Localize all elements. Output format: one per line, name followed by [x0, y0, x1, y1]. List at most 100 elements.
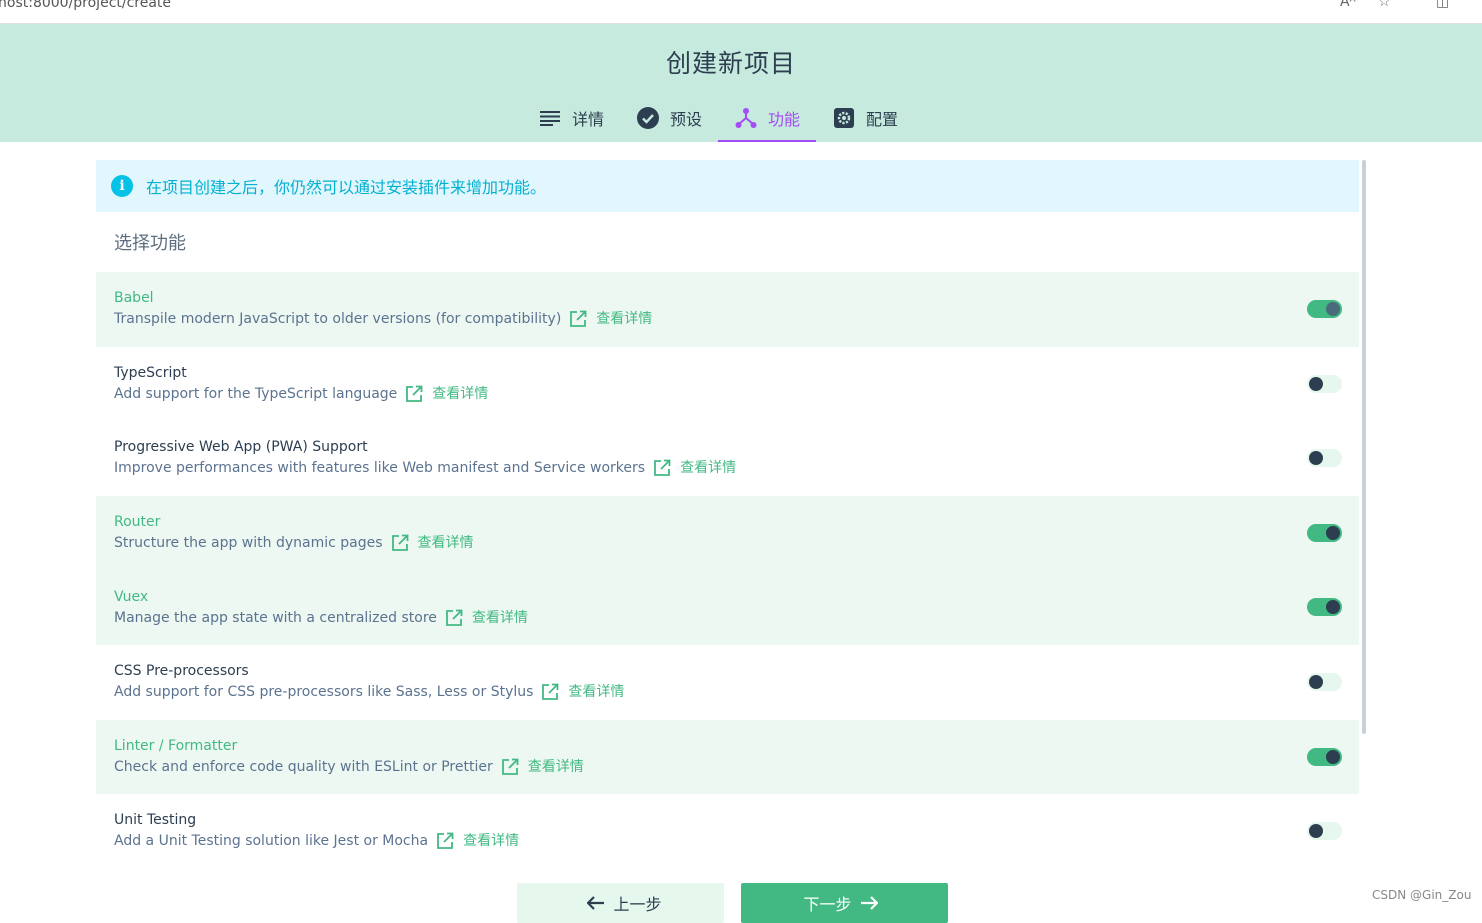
feature-name: Progressive Web App (PWA) Support	[114, 439, 368, 456]
feature-text: Router Structure the app with dynamic pag…	[114, 512, 474, 554]
toggle-knob	[1309, 674, 1323, 689]
feature-text: Unit Testing Add a Unit Testing solution …	[114, 810, 519, 852]
feature-name: CSS Pre-processors	[114, 663, 249, 680]
feature-toggle[interactable]	[1307, 374, 1342, 393]
feature-description: Improve performances with features like …	[114, 460, 646, 477]
tab-presets[interactable]: 预设	[620, 94, 718, 142]
feature-toggle[interactable]	[1307, 300, 1342, 318]
url-text[interactable]: host:8000/project/create	[0, 0, 171, 11]
more-info-link[interactable]: 查看详情	[418, 532, 474, 554]
external-link-icon[interactable]	[405, 385, 423, 403]
tab-label: 配置	[866, 110, 899, 129]
feature-row[interactable]: Babel Transpile modern JavaScript to olde…	[96, 272, 1359, 347]
toggle-knob	[1309, 376, 1323, 391]
more-info-link[interactable]: 查看详情	[596, 308, 652, 330]
prev-button[interactable]: 上一步	[517, 883, 724, 923]
page-title: 创建新项目	[665, 49, 796, 78]
feature-row[interactable]: Unit Testing Add a Unit Testing solution …	[96, 794, 1359, 869]
feature-description: Add a Unit Testing solution like Jest or…	[114, 833, 429, 850]
feature-toggle[interactable]	[1307, 672, 1342, 691]
tab-config[interactable]: 配置	[816, 94, 914, 142]
feature-text: CSS Pre-processors Add support for CSS pr…	[114, 661, 624, 703]
split-screen-icon[interactable]: ◫	[1436, 0, 1449, 10]
tab-details[interactable]: 详情	[522, 94, 620, 142]
toggle-knob	[1326, 302, 1340, 316]
feature-name: TypeScript	[114, 364, 187, 381]
tab-label: 预设	[670, 110, 703, 129]
external-link-icon[interactable]	[436, 832, 454, 850]
read-aloud-icon[interactable]: Aᴬ	[1340, 0, 1356, 10]
feature-name: Router	[114, 514, 161, 531]
feature-description: Add support for CSS pre-processors like …	[114, 684, 534, 701]
feature-row[interactable]: Router Structure the app with dynamic pag…	[96, 495, 1359, 571]
feature-text: Babel Transpile modern JavaScript to olde…	[114, 288, 652, 330]
feature-row[interactable]: Progressive Web App (PWA) Support Improve…	[96, 421, 1359, 496]
feature-name: Unit Testing	[114, 812, 197, 829]
toggle-knob	[1326, 525, 1340, 540]
feature-desc-line: Add support for the TypeScript language 查…	[114, 383, 488, 405]
feature-text: TypeScript Add support for the TypeScript…	[114, 363, 488, 405]
feature-row[interactable]: Vuex Manage the app state with a centrali…	[96, 570, 1359, 645]
feature-row[interactable]: CSS Pre-processors Add support for CSS pr…	[96, 645, 1359, 720]
external-link-icon[interactable]	[569, 310, 587, 328]
feature-toggle[interactable]	[1307, 747, 1342, 766]
gear-icon	[832, 106, 856, 130]
feature-description: Add support for the TypeScript language	[114, 385, 398, 402]
watermark: CSDN @Gin_Zou	[1372, 888, 1472, 902]
feature-description: Structure the app with dynamic pages	[114, 535, 383, 552]
feature-list: Babel Transpile modern JavaScript to olde…	[96, 272, 1359, 869]
feature-toggle[interactable]	[1307, 822, 1342, 841]
toggle-knob	[1309, 451, 1323, 466]
feature-description: Manage the app state with a centralized …	[114, 609, 437, 626]
section-title: 选择功能	[114, 233, 186, 254]
more-info-link[interactable]: 查看详情	[528, 756, 584, 778]
feature-desc-line: Add a Unit Testing solution like Jest or…	[114, 830, 519, 852]
info-banner: i 在项目创建之后，你仍然可以通过安装插件来增加功能。	[96, 160, 1359, 212]
feature-description: Check and enforce code quality with ESLi…	[114, 758, 493, 775]
feature-toggle[interactable]	[1307, 523, 1342, 542]
feature-text: Progressive Web App (PWA) Support Improve…	[114, 437, 736, 479]
more-info-link[interactable]: 查看详情	[472, 607, 528, 629]
external-link-icon[interactable]	[653, 459, 671, 477]
feature-toggle[interactable]	[1307, 598, 1342, 617]
external-link-icon[interactable]	[391, 534, 409, 552]
more-info-link[interactable]: 查看详情	[463, 830, 519, 852]
feature-name: Vuex	[114, 588, 149, 605]
scrollbar[interactable]	[1362, 160, 1366, 734]
tab-label: 功能	[768, 110, 801, 129]
more-info-link[interactable]: 查看详情	[680, 457, 736, 479]
toggle-knob	[1326, 749, 1340, 764]
features-panel: i 在项目创建之后，你仍然可以通过安装插件来增加功能。 选择功能 Babel Tr…	[96, 160, 1359, 869]
prev-label: 上一步	[613, 895, 662, 914]
tab-label: 详情	[572, 110, 605, 129]
info-text: 在项目创建之后，你仍然可以通过安装插件来增加功能。	[146, 178, 547, 197]
toggle-knob	[1326, 600, 1340, 615]
check-circle-icon	[636, 106, 660, 130]
branch-icon	[734, 106, 758, 130]
header: 创建新项目 详情 预设 功能 配置	[0, 24, 1482, 142]
next-button[interactable]: 下一步	[741, 883, 948, 923]
feature-desc-line: Transpile modern JavaScript to older ver…	[114, 308, 652, 330]
feature-desc-line: Improve performances with features like …	[114, 457, 736, 479]
feature-desc-line: Structure the app with dynamic pages 查看详情	[114, 532, 474, 554]
list-icon	[538, 106, 562, 130]
external-link-icon[interactable]	[445, 609, 463, 627]
info-icon: i	[111, 175, 133, 197]
step-tabs: 详情 预设 功能 配置	[522, 94, 914, 142]
feature-toggle[interactable]	[1307, 449, 1342, 468]
arrow-left-icon	[587, 896, 605, 910]
browser-address-bar: host:8000/project/create Aᴬ ☆ ◫	[0, 0, 1482, 24]
feature-row[interactable]: TypeScript Add support for the TypeScript…	[96, 347, 1359, 422]
tab-features[interactable]: 功能	[718, 94, 817, 142]
feature-text: Vuex Manage the app state with a centrali…	[114, 587, 528, 629]
more-info-link[interactable]: 查看详情	[568, 681, 624, 703]
external-link-icon[interactable]	[501, 758, 519, 776]
feature-description: Transpile modern JavaScript to older ver…	[114, 311, 562, 328]
external-link-icon[interactable]	[541, 683, 559, 701]
feature-desc-line: Check and enforce code quality with ESLi…	[114, 756, 584, 778]
feature-text: Linter / Formatter Check and enforce code…	[114, 736, 584, 778]
favorite-icon[interactable]: ☆	[1378, 0, 1391, 10]
feature-row[interactable]: Linter / Formatter Check and enforce code…	[96, 719, 1359, 795]
toggle-knob	[1309, 824, 1323, 839]
more-info-link[interactable]: 查看详情	[432, 383, 488, 405]
